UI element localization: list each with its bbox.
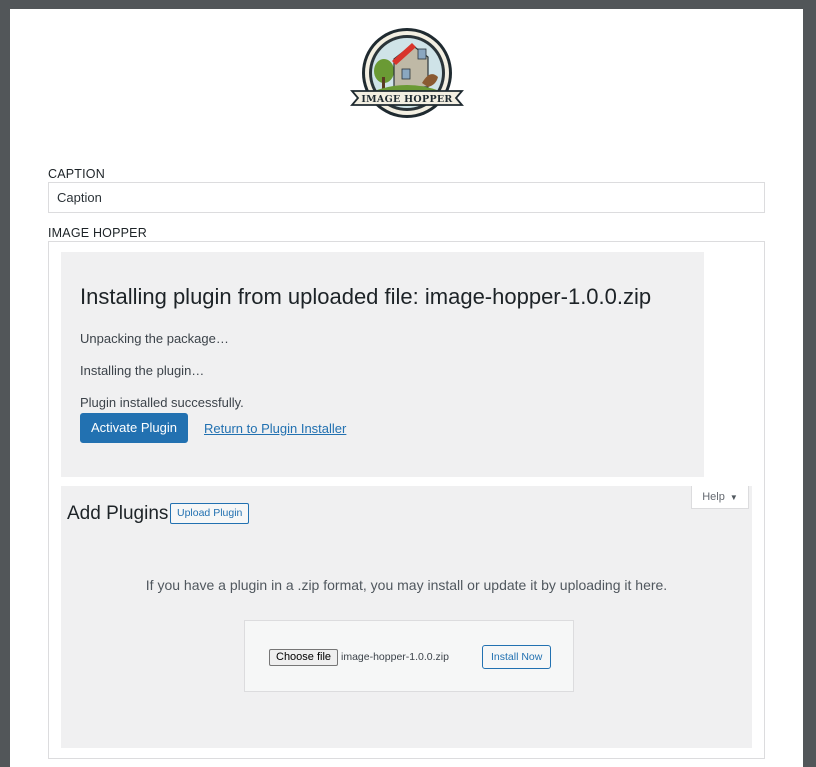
- activate-plugin-button[interactable]: Activate Plugin: [80, 413, 188, 443]
- caret-down-icon: ▼: [729, 492, 738, 502]
- install-step-installing: Installing the plugin…: [80, 363, 205, 378]
- caption-label: CAPTION: [48, 167, 105, 181]
- install-status-panel: Installing plugin from uploaded file: im…: [61, 252, 704, 477]
- install-title: Installing plugin from uploaded file: im…: [80, 284, 652, 309]
- help-tab[interactable]: Help ▼: [691, 486, 749, 509]
- add-plugins-panel: Help ▼ Add Plugins Upload Plugin If you …: [61, 486, 752, 748]
- install-now-button[interactable]: Install Now: [482, 645, 552, 669]
- upload-help-text: If you have a plugin in a .zip format, y…: [145, 577, 668, 593]
- image-hopper-label: IMAGE HOPPER: [48, 226, 147, 240]
- selected-file-name: image-hopper-1.0.0.zip: [341, 651, 449, 663]
- svg-text:IMAGE HOPPER: IMAGE HOPPER: [361, 94, 452, 105]
- upload-plugin-button[interactable]: Upload Plugin: [170, 503, 250, 524]
- help-label: Help: [702, 491, 725, 503]
- caption-input[interactable]: [48, 182, 765, 213]
- add-plugins-title: Add Plugins: [67, 503, 169, 524]
- image-hopper-frame: Installing plugin from uploaded file: im…: [48, 241, 765, 759]
- page: IMAGE HOPPER CAPTION IMAGE HOPPER Instal…: [10, 9, 803, 767]
- install-step-success: Plugin installed successfully.: [80, 395, 244, 410]
- upload-form: Choose file image-hopper-1.0.0.zip Insta…: [244, 620, 574, 692]
- install-step-unpacking: Unpacking the package…: [80, 331, 229, 346]
- return-to-installer-link[interactable]: Return to Plugin Installer: [204, 421, 346, 436]
- image-hopper-logo: IMAGE HOPPER: [350, 28, 464, 118]
- choose-file-button[interactable]: Choose file: [269, 649, 339, 666]
